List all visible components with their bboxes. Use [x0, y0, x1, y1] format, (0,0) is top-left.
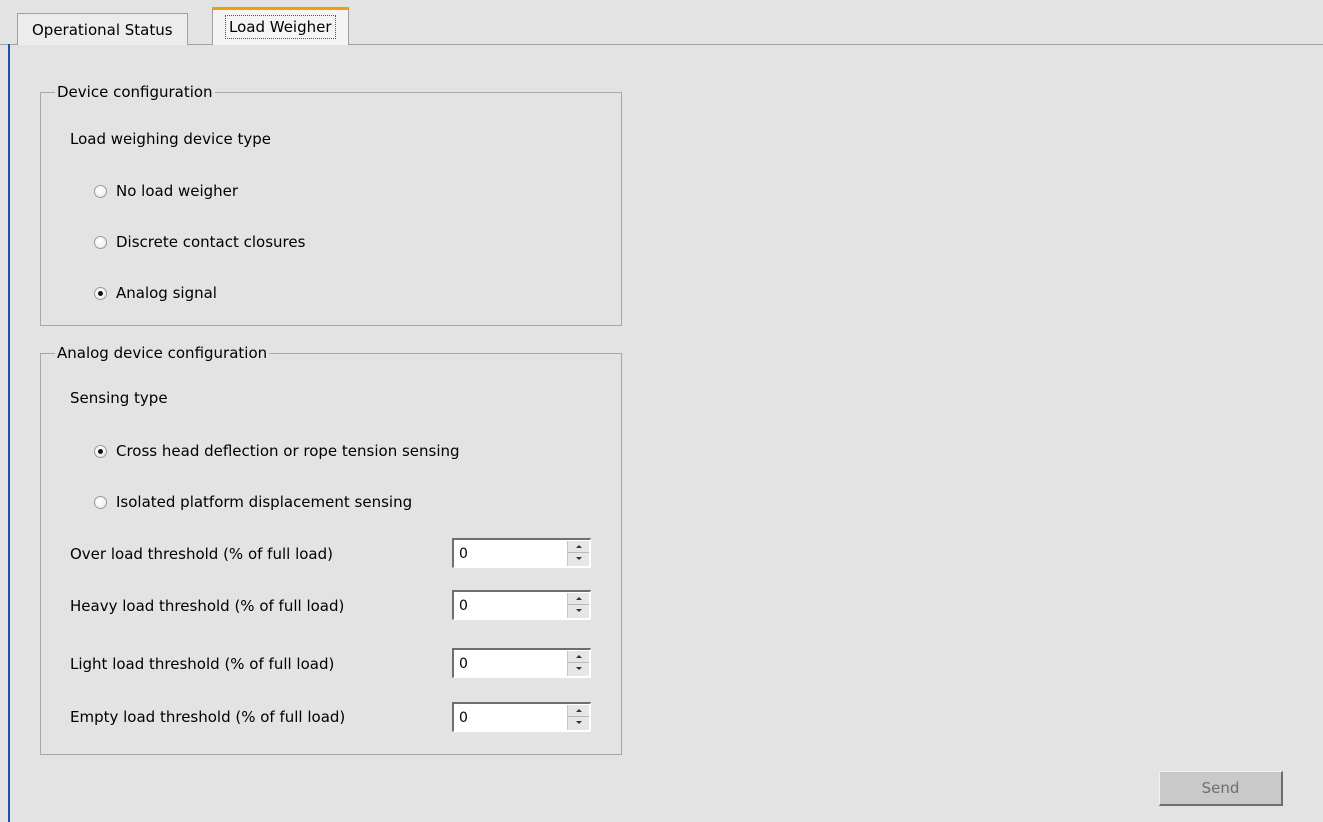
- tab-label: Operational Status: [32, 21, 173, 39]
- tab-strip: Operational Status Load Weigher: [0, 0, 1323, 45]
- radio-button[interactable]: [94, 235, 107, 249]
- spinner-down-arrow-icon[interactable]: [568, 605, 589, 617]
- heavy-load-threshold-spinner[interactable]: 0: [452, 590, 591, 620]
- send-button[interactable]: Send: [1159, 771, 1283, 806]
- empty-load-threshold-label: Empty load threshold (% of full load): [70, 708, 346, 726]
- light-load-threshold-spinner[interactable]: 0: [452, 648, 591, 678]
- spinner-value[interactable]: 0: [459, 709, 468, 727]
- spinner-down-arrow-icon[interactable]: [568, 553, 589, 565]
- tab-load-weigher[interactable]: Load Weigher: [212, 7, 349, 45]
- analog-device-configuration-legend: Analog device configuration: [55, 344, 270, 362]
- radio-label: Isolated platform displacement sensing: [116, 493, 413, 511]
- light-load-threshold-label: Light load threshold (% of full load): [70, 655, 335, 673]
- spinner-up-arrow-icon[interactable]: [568, 541, 589, 553]
- radio-discrete-contact-closures[interactable]: Discrete contact closures: [94, 232, 305, 252]
- spinner-buttons: [567, 651, 589, 676]
- device-type-prompt: Load weighing device type: [70, 130, 271, 148]
- tab-label: Load Weigher: [225, 15, 336, 39]
- spinner-down-arrow-icon[interactable]: [568, 717, 589, 729]
- radio-analog-signal[interactable]: Analog signal: [94, 283, 217, 303]
- spinner-up-arrow-icon[interactable]: [568, 705, 589, 717]
- load-weigher-window: Operational Status Load Weigher Device c…: [0, 0, 1323, 822]
- radio-button-checked[interactable]: [94, 444, 107, 458]
- spinner-up-arrow-icon[interactable]: [568, 651, 589, 663]
- panel-left-edge: [8, 44, 10, 822]
- over-load-threshold-label: Over load threshold (% of full load): [70, 545, 333, 563]
- tab-operational-status[interactable]: Operational Status: [17, 13, 188, 45]
- spinner-up-arrow-icon[interactable]: [568, 593, 589, 605]
- radio-button[interactable]: [94, 495, 107, 509]
- sensing-type-prompt: Sensing type: [70, 389, 168, 407]
- spinner-value[interactable]: 0: [459, 597, 468, 615]
- radio-cross-head-deflection[interactable]: Cross head deflection or rope tension se…: [94, 441, 460, 461]
- spinner-buttons: [567, 593, 589, 618]
- spinner-value[interactable]: 0: [459, 545, 468, 563]
- spinner-buttons: [567, 541, 589, 566]
- spinner-down-arrow-icon[interactable]: [568, 663, 589, 675]
- radio-no-load-weigher[interactable]: No load weigher: [94, 181, 238, 201]
- radio-label: Discrete contact closures: [116, 233, 306, 251]
- radio-label: No load weigher: [116, 182, 239, 200]
- spinner-buttons: [567, 705, 589, 730]
- radio-label: Cross head deflection or rope tension se…: [116, 442, 460, 460]
- spinner-value[interactable]: 0: [459, 655, 468, 673]
- heavy-load-threshold-label: Heavy load threshold (% of full load): [70, 597, 345, 615]
- empty-load-threshold-spinner[interactable]: 0: [452, 702, 591, 732]
- radio-button-checked[interactable]: [94, 286, 107, 300]
- over-load-threshold-spinner[interactable]: 0: [452, 538, 591, 568]
- radio-isolated-platform-displacement[interactable]: Isolated platform displacement sensing: [94, 492, 412, 512]
- device-configuration-legend: Device configuration: [55, 83, 215, 101]
- radio-label: Analog signal: [116, 284, 217, 302]
- radio-button[interactable]: [94, 184, 107, 198]
